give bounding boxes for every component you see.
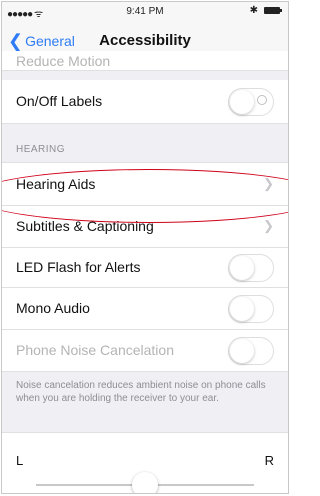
row-led-flash[interactable]: LED Flash for Alerts (2, 248, 288, 288)
chevron-right-icon: ❯ (263, 218, 274, 233)
row-mono-audio[interactable]: Mono Audio (2, 288, 288, 330)
row-label: LED Flash for Alerts (16, 259, 141, 275)
toggle-knob (230, 297, 254, 321)
onoff-labels-toggle[interactable] (228, 88, 274, 116)
section-header-hearing: HEARING (16, 144, 66, 155)
status-time: 9:41 PM (126, 6, 164, 17)
phone-screen: ●●●●● ᯤ 9:41 PM ✱ ❮ General Accessibility… (1, 1, 289, 494)
row-label: Phone Noise Cancelation (16, 342, 174, 358)
row-onoff-labels[interactable]: On/Off Labels (2, 80, 288, 124)
led-flash-toggle[interactable] (228, 254, 274, 282)
row-label: Reduce Motion (16, 53, 111, 69)
toggle-knob (230, 256, 254, 280)
slider-thumb[interactable] (132, 472, 158, 493)
phone-noise-toggle[interactable] (228, 337, 274, 365)
row-label: Mono Audio (16, 300, 90, 316)
noise-cancelation-note: Noise cancelation reduces ambient noise … (16, 380, 266, 404)
page-title: Accessibility (99, 32, 191, 49)
audio-balance-slider[interactable]: L R (2, 432, 288, 493)
balance-right-label: R (264, 453, 274, 468)
row-phone-noise-cancelation[interactable]: Phone Noise Cancelation (2, 330, 288, 372)
off-indicator-icon (257, 95, 267, 105)
mono-audio-toggle[interactable] (228, 295, 274, 323)
bluetooth-icon: ✱ (249, 5, 258, 16)
balance-left-label: L (16, 453, 24, 468)
toggle-knob (230, 339, 254, 363)
status-bar: ●●●●● ᯤ 9:41 PM ✱ (2, 2, 288, 20)
annotation-ellipse (2, 169, 288, 223)
battery-icon (264, 7, 282, 14)
toggle-knob (230, 90, 254, 114)
row-reduce-motion[interactable]: Reduce Motion (2, 51, 288, 71)
row-label: On/Off Labels (16, 93, 103, 109)
